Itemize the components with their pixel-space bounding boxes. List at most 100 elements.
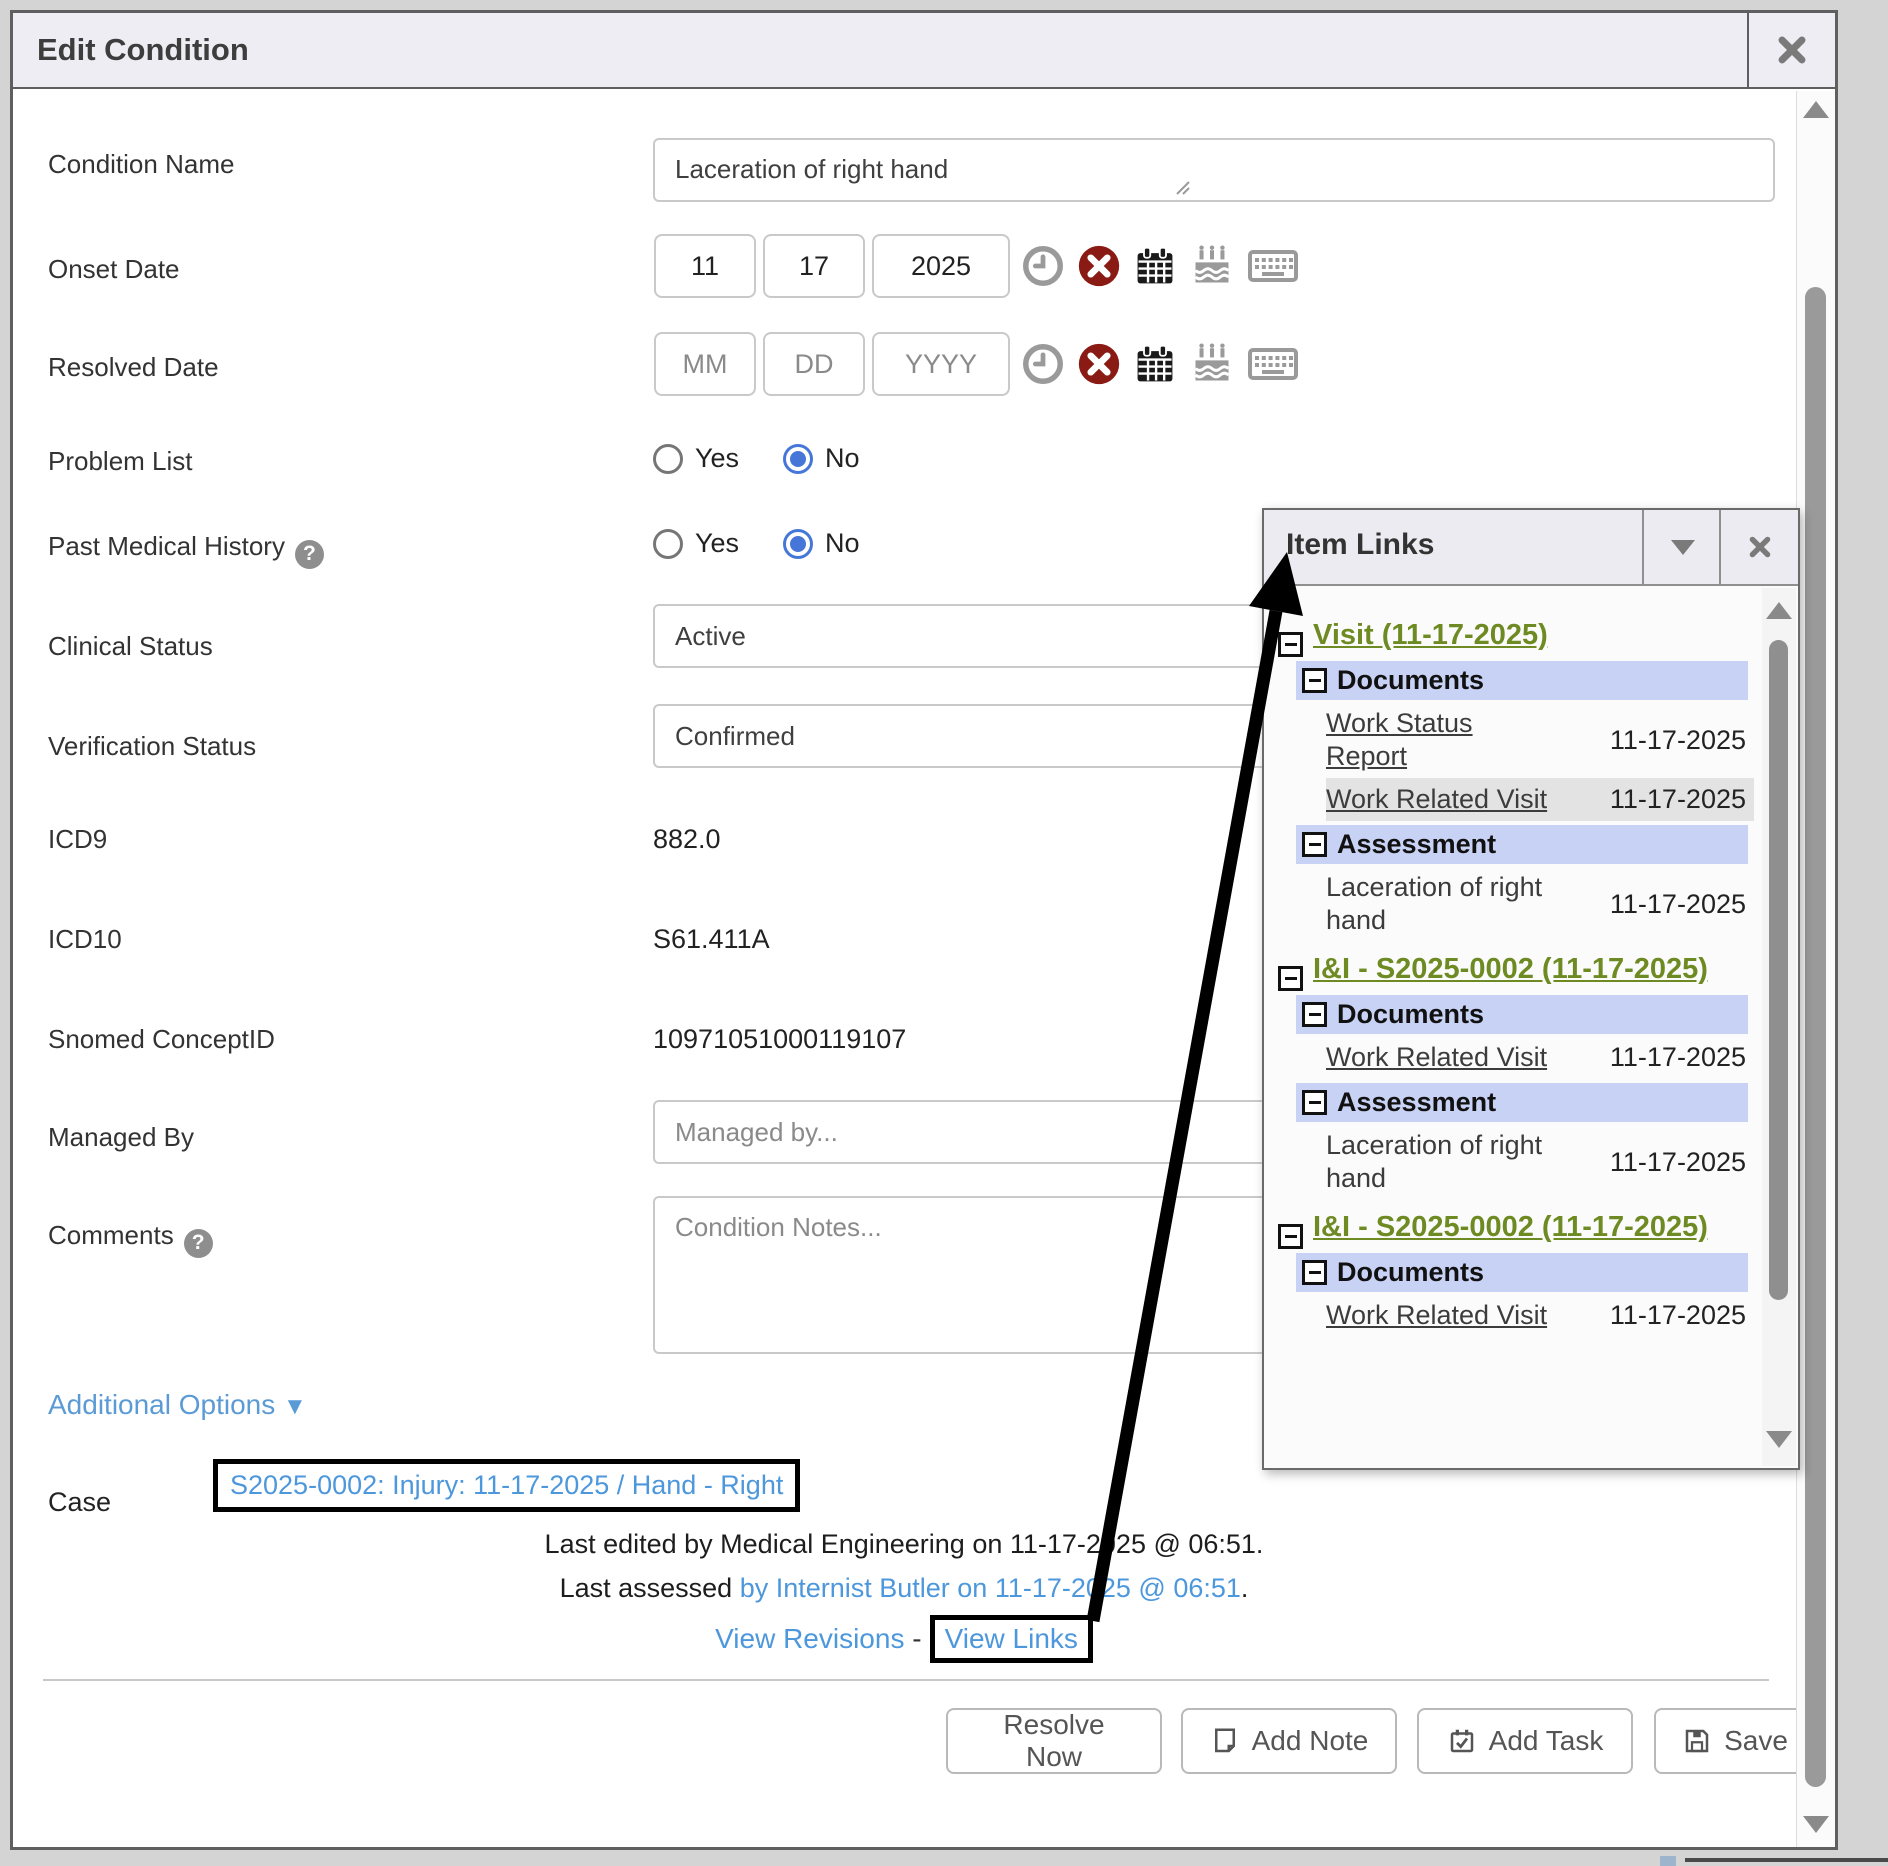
document-link[interactable]: Work Status Report bbox=[1326, 707, 1558, 773]
section-label: Assessment bbox=[1337, 829, 1496, 860]
resolved-date-icons bbox=[1021, 342, 1299, 386]
keyboard-icon[interactable] bbox=[1247, 244, 1299, 288]
last-assessed-link[interactable]: by Internist Butler on 11-17-2025 @ 06:5… bbox=[740, 1573, 1241, 1603]
dialog-title: Edit Condition bbox=[37, 32, 249, 68]
onset-year-input[interactable] bbox=[872, 234, 1010, 298]
condition-name-label: Condition Name bbox=[48, 149, 234, 180]
resolved-month-input[interactable] bbox=[654, 332, 756, 396]
screen: Edit Condition Condition Name Laceration… bbox=[0, 0, 1888, 1866]
additional-options-toggle[interactable]: Additional Options ▼ bbox=[48, 1389, 307, 1421]
problem-list-radio-group: Yes No bbox=[653, 443, 860, 474]
scroll-down-icon[interactable] bbox=[1766, 1431, 1792, 1448]
past-medical-history-radio-group: Yes No bbox=[653, 528, 860, 559]
item-date: 11-17-2025 bbox=[1610, 889, 1754, 920]
background-fragment-square bbox=[1660, 1856, 1676, 1866]
dialog-scrollbar[interactable] bbox=[1796, 91, 1835, 1847]
collapse-minus-icon[interactable] bbox=[1302, 668, 1327, 693]
group-link[interactable]: I&I - S2025-0002 (11-17-2025) bbox=[1313, 1211, 1708, 1243]
additional-options-label: Additional Options bbox=[48, 1389, 275, 1420]
pmh-no-radio[interactable] bbox=[783, 529, 813, 559]
calendar-icon[interactable] bbox=[1133, 342, 1177, 386]
help-icon[interactable]: ? bbox=[184, 1229, 213, 1258]
section-label: Documents bbox=[1337, 999, 1484, 1030]
scroll-down-icon[interactable] bbox=[1803, 1816, 1829, 1833]
icd9-label: ICD9 bbox=[48, 824, 107, 855]
resolve-now-button[interactable]: Resolve Now bbox=[946, 1708, 1162, 1774]
add-note-button[interactable]: Add Note bbox=[1181, 1708, 1397, 1774]
managed-by-label: Managed By bbox=[48, 1122, 194, 1153]
problem-list-yes-radio[interactable] bbox=[653, 444, 683, 474]
comments-label: Comments? bbox=[48, 1220, 213, 1258]
tree-section-header[interactable]: Documents bbox=[1296, 661, 1748, 700]
dialog-body: Condition Name Laceration of right hand … bbox=[13, 91, 1835, 1847]
collapse-minus-icon[interactable] bbox=[1278, 632, 1303, 657]
document-link[interactable]: Work Related Visit bbox=[1326, 1041, 1558, 1074]
clear-date-icon[interactable] bbox=[1077, 342, 1121, 386]
pmh-no-label: No bbox=[825, 528, 860, 559]
case-link[interactable]: S2025-0002: Injury: 11-17-2025 / Hand - … bbox=[230, 1470, 783, 1500]
add-task-button[interactable]: Add Task bbox=[1417, 1708, 1633, 1774]
item-text: Laceration of right hand bbox=[1326, 1129, 1558, 1195]
document-link[interactable]: Work Related Visit bbox=[1326, 783, 1558, 816]
case-highlight-box: S2025-0002: Injury: 11-17-2025 / Hand - … bbox=[213, 1459, 800, 1512]
note-icon bbox=[1210, 1726, 1240, 1756]
collapse-minus-icon[interactable] bbox=[1302, 1002, 1327, 1027]
calendar-icon[interactable] bbox=[1133, 244, 1177, 288]
dialog-close-button[interactable] bbox=[1747, 13, 1835, 87]
problem-list-no-radio[interactable] bbox=[783, 444, 813, 474]
problem-list-yes-label: Yes bbox=[695, 443, 739, 474]
tree-section-header[interactable]: Documents bbox=[1296, 1253, 1748, 1292]
icd10-label: ICD10 bbox=[48, 924, 122, 955]
item-links-title: Item Links bbox=[1286, 528, 1434, 562]
tree-item-row: Work Status Report 11-17-2025 bbox=[1326, 702, 1754, 778]
pmh-yes-radio[interactable] bbox=[653, 529, 683, 559]
collapse-minus-icon[interactable] bbox=[1302, 832, 1327, 857]
group-link[interactable]: Visit (11-17-2025) bbox=[1313, 619, 1548, 651]
collapse-minus-icon[interactable] bbox=[1278, 1224, 1303, 1249]
scroll-up-icon[interactable] bbox=[1803, 101, 1829, 118]
chevron-down-icon: ▼ bbox=[283, 1393, 307, 1420]
onset-day-input[interactable] bbox=[763, 234, 865, 298]
item-links-scrollbar[interactable] bbox=[1762, 588, 1796, 1466]
item-date: 11-17-2025 bbox=[1610, 1042, 1754, 1073]
view-separator: - bbox=[912, 1623, 921, 1654]
resolved-year-input[interactable] bbox=[872, 332, 1010, 396]
background-fragment-line bbox=[1685, 1858, 1888, 1862]
view-revisions-link[interactable]: View Revisions bbox=[715, 1623, 904, 1654]
birthday-icon[interactable] bbox=[1189, 342, 1235, 386]
view-links-link[interactable]: View Links bbox=[945, 1623, 1078, 1654]
scroll-thumb[interactable] bbox=[1769, 640, 1788, 1300]
item-date: 11-17-2025 bbox=[1610, 725, 1754, 756]
resolved-day-input[interactable] bbox=[763, 332, 865, 396]
item-links-close-button[interactable] bbox=[1719, 510, 1798, 584]
clear-date-icon[interactable] bbox=[1077, 244, 1121, 288]
scroll-up-icon[interactable] bbox=[1766, 602, 1792, 619]
close-icon bbox=[1775, 33, 1809, 67]
tree-section-header[interactable]: Documents bbox=[1296, 995, 1748, 1034]
footer-divider bbox=[43, 1679, 1769, 1681]
view-row: View Revisions -View Links bbox=[13, 1615, 1795, 1663]
help-icon[interactable]: ? bbox=[295, 540, 324, 569]
tree-section-header[interactable]: Assessment bbox=[1296, 825, 1748, 864]
onset-month-input[interactable] bbox=[654, 234, 756, 298]
condition-name-input[interactable]: Laceration of right hand bbox=[653, 138, 1775, 202]
document-link[interactable]: Work Related Visit bbox=[1326, 1299, 1558, 1332]
collapse-minus-icon[interactable] bbox=[1302, 1260, 1327, 1285]
group-link[interactable]: I&I - S2025-0002 (11-17-2025) bbox=[1313, 953, 1708, 985]
collapse-minus-icon[interactable] bbox=[1302, 1090, 1327, 1115]
time-icon[interactable] bbox=[1021, 244, 1065, 288]
save-icon bbox=[1682, 1726, 1712, 1756]
tree-section-header[interactable]: Assessment bbox=[1296, 1083, 1748, 1122]
icd10-value: S61.411A bbox=[653, 924, 770, 955]
snomed-value: 10971051000119107 bbox=[653, 1024, 906, 1055]
scroll-thumb[interactable] bbox=[1805, 287, 1826, 1787]
collapse-minus-icon[interactable] bbox=[1278, 966, 1303, 991]
keyboard-icon[interactable] bbox=[1247, 342, 1299, 386]
item-date: 11-17-2025 bbox=[1610, 1300, 1754, 1331]
save-button[interactable]: Save bbox=[1654, 1708, 1816, 1774]
icd9-value: 882.0 bbox=[653, 824, 721, 855]
time-icon[interactable] bbox=[1021, 342, 1065, 386]
birthday-icon[interactable] bbox=[1189, 244, 1235, 288]
item-links-collapse-button[interactable] bbox=[1642, 510, 1721, 584]
item-links-group: I&I - S2025-0002 (11-17-2025) bbox=[1278, 950, 1748, 991]
